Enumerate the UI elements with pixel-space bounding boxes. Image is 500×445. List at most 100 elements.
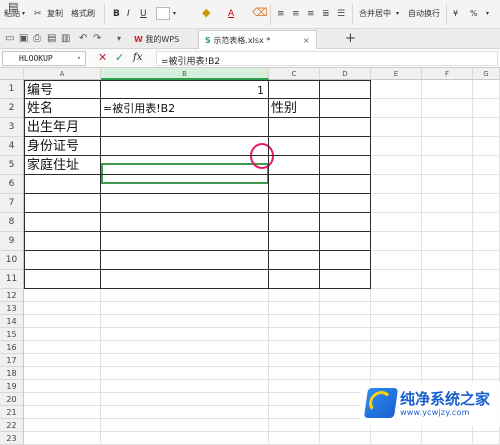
cell-d15[interactable] (320, 328, 371, 341)
cell-e23[interactable] (371, 432, 422, 445)
row-header-7[interactable]: 7 (0, 194, 24, 213)
cell-g2[interactable] (473, 99, 500, 118)
row-header-21[interactable]: 21 (0, 406, 24, 419)
row-header-23[interactable]: 23 (0, 432, 24, 445)
cell-g9[interactable] (473, 232, 500, 251)
merge-dropdown-icon[interactable]: ▾ (396, 9, 399, 19)
cell-d14[interactable] (320, 315, 371, 328)
row-header-14[interactable]: 14 (0, 315, 24, 328)
save-icon[interactable]: ▣ (19, 33, 28, 44)
cell-d11[interactable] (320, 270, 371, 289)
cell-b7[interactable] (101, 194, 269, 213)
cell-f3[interactable] (422, 118, 473, 137)
cell-d1[interactable] (320, 80, 371, 99)
cell-f18[interactable] (422, 367, 473, 380)
name-box-dropdown-icon[interactable]: ▾ (77, 54, 81, 62)
cell-g11[interactable] (473, 270, 500, 289)
cell-a6[interactable] (24, 175, 101, 194)
cell-d3[interactable] (320, 118, 371, 137)
row-header-1[interactable]: 1 (0, 80, 24, 99)
add-tab-button[interactable]: + (345, 31, 356, 46)
paste-dropdown-icon[interactable]: ▾ (22, 9, 25, 19)
cell-c4[interactable] (269, 137, 320, 156)
cell-a2[interactable]: 姓名 (24, 99, 101, 118)
cell-a4[interactable]: 身份证号 (24, 137, 101, 156)
cell-g5[interactable] (473, 156, 500, 175)
merge-center-button[interactable]: 合并居中 (359, 9, 391, 19)
cell-g13[interactable] (473, 302, 500, 315)
cell-c3[interactable] (269, 118, 320, 137)
percent-button[interactable]: % (470, 9, 478, 19)
row-header-17[interactable]: 17 (0, 354, 24, 367)
cell-a1[interactable]: 编号 (24, 80, 101, 99)
cell-e10[interactable] (371, 251, 422, 270)
align-center-icon[interactable]: ≡ (292, 8, 300, 20)
select-all-corner[interactable] (0, 68, 24, 80)
cell-b12[interactable] (101, 289, 269, 302)
cell-d6[interactable] (320, 175, 371, 194)
cell-b14[interactable] (101, 315, 269, 328)
cell-c11[interactable] (269, 270, 320, 289)
cell-d9[interactable] (320, 232, 371, 251)
cell-b19[interactable] (101, 380, 269, 393)
cell-c17[interactable] (269, 354, 320, 367)
column-header-b[interactable]: B (101, 68, 269, 80)
cell-b1[interactable]: 1 (101, 80, 269, 99)
cell-b18[interactable] (101, 367, 269, 380)
cell-e8[interactable] (371, 213, 422, 232)
cell-d16[interactable] (320, 341, 371, 354)
row-header-13[interactable]: 13 (0, 302, 24, 315)
cell-c18[interactable] (269, 367, 320, 380)
cell-b22[interactable] (101, 419, 269, 432)
cell-a9[interactable] (24, 232, 101, 251)
cell-c23[interactable] (269, 432, 320, 445)
cell-f2[interactable] (422, 99, 473, 118)
cell-g12[interactable] (473, 289, 500, 302)
insert-function-icon[interactable]: fx (133, 52, 142, 64)
font-color-button[interactable]: A (228, 9, 234, 19)
cell-c13[interactable] (269, 302, 320, 315)
cell-a5[interactable]: 家庭住址 (24, 156, 101, 175)
cell-e3[interactable] (371, 118, 422, 137)
cell-b17[interactable] (101, 354, 269, 367)
cell-a11[interactable] (24, 270, 101, 289)
cell-g16[interactable] (473, 341, 500, 354)
cell-c5[interactable] (269, 156, 320, 175)
cell-d7[interactable] (320, 194, 371, 213)
cell-a18[interactable] (24, 367, 101, 380)
cell-g17[interactable] (473, 354, 500, 367)
row-header-6[interactable]: 6 (0, 175, 24, 194)
cell-e14[interactable] (371, 315, 422, 328)
wrap-text-button[interactable]: 自动换行 (408, 9, 440, 19)
cell-f16[interactable] (422, 341, 473, 354)
distributed-icon[interactable]: ☰ (337, 8, 345, 20)
cell-f5[interactable] (422, 156, 473, 175)
cell-b5[interactable] (101, 156, 269, 175)
cell-a13[interactable] (24, 302, 101, 315)
column-header-a[interactable]: A (24, 68, 101, 80)
cell-f6[interactable] (422, 175, 473, 194)
cell-e4[interactable] (371, 137, 422, 156)
underline-button[interactable]: U (140, 9, 147, 19)
cell-a3[interactable]: 出生年月 (24, 118, 101, 137)
cell-d5[interactable] (320, 156, 371, 175)
cell-a7[interactable] (24, 194, 101, 213)
cell-b2[interactable]: =被引用表!B2 (101, 99, 269, 118)
cell-b23[interactable] (101, 432, 269, 445)
cell-f4[interactable] (422, 137, 473, 156)
cell-a21[interactable] (24, 406, 101, 419)
row-header-19[interactable]: 19 (0, 380, 24, 393)
copy-button[interactable]: 复制 (47, 9, 63, 19)
cell-g3[interactable] (473, 118, 500, 137)
cell-f23[interactable] (422, 432, 473, 445)
name-box[interactable]: HLOOKUP ▾ (2, 51, 86, 66)
cell-g15[interactable] (473, 328, 500, 341)
cell-b10[interactable] (101, 251, 269, 270)
cell-a22[interactable] (24, 419, 101, 432)
formula-input[interactable]: =被引用表!B2 (156, 51, 498, 67)
borders-dropdown-icon[interactable]: ▾ (173, 9, 176, 19)
cell-b15[interactable] (101, 328, 269, 341)
cell-e15[interactable] (371, 328, 422, 341)
row-header-12[interactable]: 12 (0, 289, 24, 302)
cell-e5[interactable] (371, 156, 422, 175)
